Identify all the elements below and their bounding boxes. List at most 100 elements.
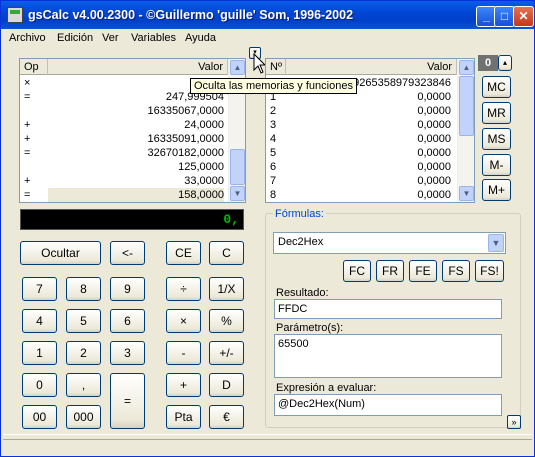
expression-field[interactable]: @Dec2Hex(Num) bbox=[274, 394, 502, 416]
plus-button[interactable]: + bbox=[166, 373, 201, 397]
pta-button[interactable]: Pta bbox=[166, 405, 201, 429]
window-title: gsCalc v4.00.2300 - ©Guillermo 'guille' … bbox=[28, 8, 354, 22]
tape-row-value[interactable]: 24,0000 bbox=[48, 118, 224, 132]
formulas-legend: Fórmulas: bbox=[273, 208, 326, 220]
tape-row-op[interactable]: + bbox=[24, 132, 46, 146]
close-button[interactable]: ✕ bbox=[513, 6, 534, 27]
maximize-button[interactable]: □ bbox=[494, 6, 515, 27]
title-bar[interactable]: gsCalc v4.00.2300 - ©Guillermo 'guille' … bbox=[1, 1, 534, 29]
euro-button[interactable]: € bbox=[209, 405, 244, 429]
menu-ver[interactable]: Ver bbox=[102, 32, 119, 44]
menu-archivo[interactable]: Archivo bbox=[9, 32, 46, 44]
tape-row-value[interactable]: 16335091,0000 bbox=[48, 132, 224, 146]
mc-button[interactable]: MC bbox=[482, 76, 511, 98]
divide-button[interactable]: ÷ bbox=[166, 277, 201, 301]
sign-button[interactable]: +/- bbox=[209, 341, 244, 365]
tape-row-value[interactable]: 158,0000 bbox=[48, 188, 224, 202]
tape-row-op[interactable]: + bbox=[24, 118, 46, 132]
tape-row-value[interactable]: 125,0000 bbox=[48, 160, 224, 174]
d-button[interactable]: D bbox=[209, 373, 244, 397]
scroll-down-icon[interactable]: ▼ bbox=[230, 186, 245, 201]
scroll-thumb[interactable] bbox=[459, 76, 474, 136]
percent-button[interactable]: % bbox=[209, 309, 244, 333]
memory-col-num[interactable]: Nº bbox=[266, 59, 286, 75]
memory-col-value[interactable]: Valor bbox=[286, 59, 457, 75]
menu-variables[interactable]: Variables bbox=[131, 32, 176, 44]
fe-button[interactable]: FE bbox=[409, 260, 437, 282]
m-plus-button[interactable]: M+ bbox=[482, 179, 511, 201]
result-field[interactable]: FFDC bbox=[274, 299, 502, 319]
memory-row-value[interactable]: 0,0000 bbox=[288, 104, 451, 118]
reciprocal-button[interactable]: 1/X bbox=[209, 277, 244, 301]
memory-row-value[interactable]: 0,0000 bbox=[288, 174, 451, 188]
tape-row-value[interactable]: 32670182,0000 bbox=[48, 146, 224, 160]
fs-button[interactable]: FS bbox=[442, 260, 470, 282]
decimal-button[interactable]: , bbox=[66, 373, 101, 397]
key-9[interactable]: 9 bbox=[110, 277, 145, 301]
memory-row-num[interactable]: 3 bbox=[270, 118, 286, 132]
memory-row-value[interactable]: 0,0000 bbox=[288, 160, 451, 174]
fr-button[interactable]: FR bbox=[376, 260, 404, 282]
menu-edicion[interactable]: Edición bbox=[57, 32, 93, 44]
minus-button[interactable]: - bbox=[166, 341, 201, 365]
memory-row-num[interactable]: 6 bbox=[270, 160, 286, 174]
equals-button[interactable]: = bbox=[110, 373, 145, 429]
double-zero-button[interactable]: 00 bbox=[22, 405, 57, 429]
tape-row-op[interactable]: × bbox=[24, 76, 46, 90]
memory-row-value[interactable]: 0,0000 bbox=[288, 118, 451, 132]
tape-row-op[interactable] bbox=[24, 104, 46, 118]
result-label: Resultado: bbox=[276, 287, 329, 299]
tape-row-op[interactable]: + bbox=[24, 174, 46, 188]
tape-row-value[interactable]: 33,0000 bbox=[48, 174, 224, 188]
memory-row-num[interactable]: 4 bbox=[270, 132, 286, 146]
tape-col-op[interactable]: Op bbox=[20, 59, 48, 75]
scroll-up-icon[interactable]: ▲ bbox=[230, 60, 245, 75]
multiply-button[interactable]: × bbox=[166, 309, 201, 333]
tape-row-op[interactable] bbox=[24, 160, 46, 174]
memory-row-num[interactable]: 8 bbox=[270, 188, 286, 202]
key-5[interactable]: 5 bbox=[66, 309, 101, 333]
fc-button[interactable]: FC bbox=[343, 260, 371, 282]
memory-spin-button[interactable]: ▴ bbox=[498, 55, 512, 71]
memory-count-badge: 0 bbox=[478, 55, 498, 71]
triple-zero-button[interactable]: 000 bbox=[66, 405, 101, 429]
key-3[interactable]: 3 bbox=[110, 341, 145, 365]
key-4[interactable]: 4 bbox=[22, 309, 57, 333]
expand-button[interactable]: » bbox=[507, 415, 521, 429]
param-field[interactable]: 65500 bbox=[274, 334, 502, 378]
mr-button[interactable]: MR bbox=[482, 102, 511, 124]
memory-row-value[interactable]: 0,0000 bbox=[288, 146, 451, 160]
memory-row-value[interactable]: 0,0000 bbox=[288, 132, 451, 146]
backspace-button[interactable]: <- bbox=[110, 241, 145, 265]
menu-bar: Archivo Edición Ver Variables Ayuda bbox=[2, 29, 533, 49]
ms-button[interactable]: MS bbox=[482, 128, 511, 150]
m-minus-button[interactable]: M- bbox=[482, 154, 511, 176]
scroll-down-icon[interactable]: ▼ bbox=[459, 186, 474, 201]
memory-row-num[interactable]: 2 bbox=[270, 104, 286, 118]
menu-ayuda[interactable]: Ayuda bbox=[185, 32, 216, 44]
fs-exec-button[interactable]: FS! bbox=[475, 260, 504, 282]
chevron-down-icon[interactable]: ▼ bbox=[488, 234, 504, 252]
key-1[interactable]: 1 bbox=[22, 341, 57, 365]
memory-row-num[interactable]: 7 bbox=[270, 174, 286, 188]
tape-row-value[interactable]: 16335067,0000 bbox=[48, 104, 224, 118]
tape-row-op[interactable]: = bbox=[24, 90, 46, 104]
key-0[interactable]: 0 bbox=[22, 373, 57, 397]
memory-row-value[interactable]: 0,0000 bbox=[288, 188, 451, 202]
memory-scrollbar[interactable]: ▲ ▼ bbox=[457, 59, 474, 202]
scroll-up-icon[interactable]: ▲ bbox=[459, 60, 474, 75]
memory-row-num[interactable]: 5 bbox=[270, 146, 286, 160]
tape-col-value[interactable]: Valor bbox=[48, 59, 228, 75]
ocultar-button[interactable]: Ocultar bbox=[20, 241, 101, 265]
c-button[interactable]: C bbox=[209, 241, 244, 265]
tape-row-op[interactable]: = bbox=[24, 146, 46, 160]
ce-button[interactable]: CE bbox=[166, 241, 201, 265]
tape-row-op[interactable]: = bbox=[24, 188, 46, 202]
key-2[interactable]: 2 bbox=[66, 341, 101, 365]
scroll-thumb[interactable] bbox=[230, 149, 245, 185]
key-7[interactable]: 7 bbox=[22, 277, 57, 301]
app-window: gsCalc v4.00.2300 - ©Guillermo 'guille' … bbox=[0, 0, 535, 457]
key-8[interactable]: 8 bbox=[66, 277, 101, 301]
formula-select[interactable]: Dec2Hex ▼ bbox=[273, 232, 506, 254]
key-6[interactable]: 6 bbox=[110, 309, 145, 333]
